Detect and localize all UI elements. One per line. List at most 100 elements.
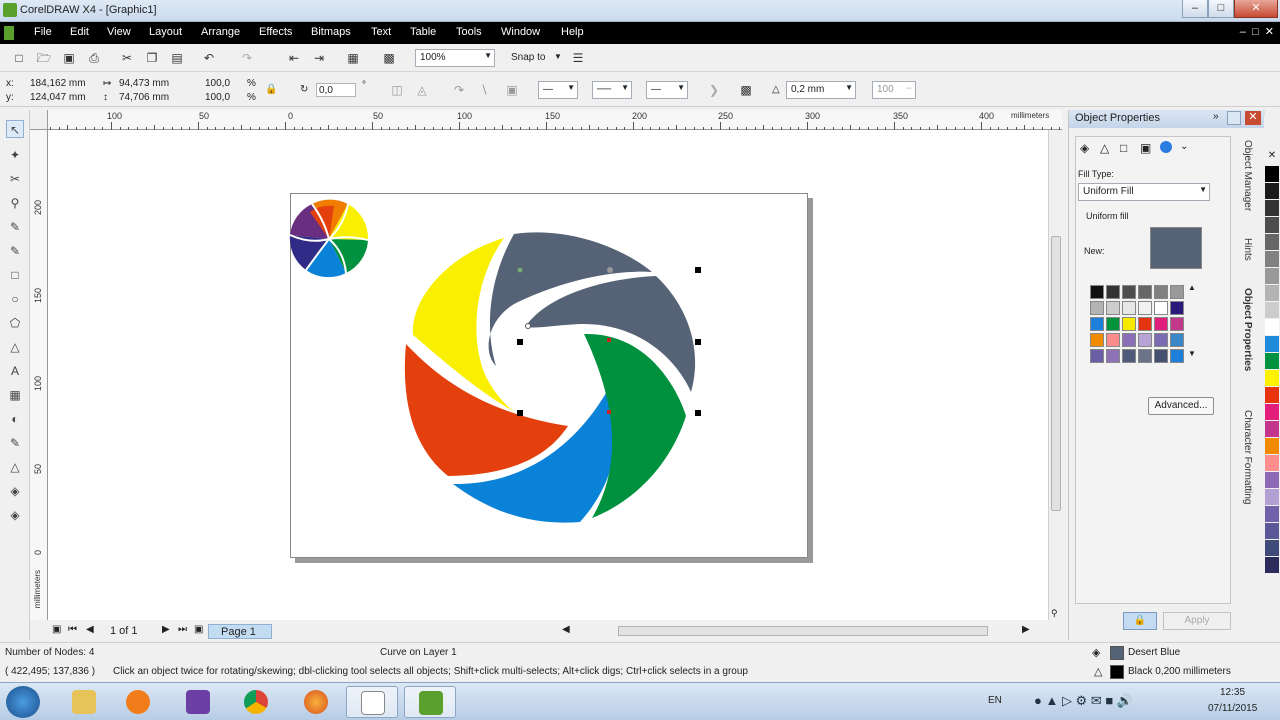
color-swatch[interactable] <box>1170 317 1184 331</box>
fill-type-dropdown[interactable]: Uniform Fill ▼ <box>1078 183 1210 201</box>
height-field[interactable]: 74,706 mm <box>119 91 169 105</box>
color-swatch[interactable] <box>1154 285 1168 299</box>
no-color-icon[interactable]: ✕ <box>1265 150 1279 164</box>
palette-swatch[interactable] <box>1265 319 1279 335</box>
color-swatch[interactable] <box>1138 333 1152 347</box>
import-icon[interactable]: ⇤ <box>285 49 303 67</box>
color-swatch[interactable] <box>1090 301 1104 315</box>
x-position-field[interactable]: 184,162 mm <box>30 77 86 91</box>
color-swatch[interactable] <box>1122 349 1136 363</box>
collapse-docker-icon[interactable]: » <box>1213 111 1219 122</box>
pick-tool-icon[interactable]: ↖ <box>6 120 24 138</box>
taskbar-explorer[interactable] <box>58 686 110 718</box>
wrap-text-icon[interactable]: ▩ <box>737 81 755 99</box>
detail-tab-icon[interactable]: ▣ <box>1140 141 1151 155</box>
lock-icon[interactable]: 🔒 <box>1123 612 1157 630</box>
swatch-scroll-down-icon[interactable]: ▼ <box>1188 349 1196 358</box>
document-window-controls[interactable]: – □ ✕ <box>1240 25 1274 38</box>
docker-close-button[interactable]: ✕ <box>1245 111 1261 125</box>
scrollbar-thumb[interactable] <box>1051 236 1061 511</box>
color-swatch[interactable] <box>1106 317 1120 331</box>
tab-object-manager[interactable]: Object Manager <box>1242 140 1253 211</box>
selection-handle[interactable] <box>607 338 611 342</box>
palette-swatch[interactable] <box>1265 234 1279 250</box>
palette-swatch[interactable] <box>1265 285 1279 301</box>
zoom-to-fit-icon[interactable]: ⚲ <box>1051 608 1058 619</box>
last-page-icon[interactable]: ⏭ <box>178 624 187 635</box>
menu-tools[interactable]: Tools <box>456 26 482 38</box>
color-swatch[interactable] <box>1090 285 1104 299</box>
scroll-right-icon[interactable]: ▶ <box>1022 624 1030 635</box>
tray-icons[interactable]: ● ▲ ▷ ⚙ ✉ ■ 🔊 <box>1034 693 1133 709</box>
palette-swatch[interactable] <box>1265 523 1279 539</box>
line-icon[interactable]: ∖ <box>475 81 493 99</box>
selection-handle[interactable] <box>607 410 611 414</box>
application-launcher-icon[interactable]: ▦ <box>344 49 362 67</box>
tab-character-formatting[interactable]: Character Formatting <box>1242 410 1253 504</box>
fill-tab-icon[interactable]: ◈ <box>1080 141 1089 155</box>
ruler-origin[interactable] <box>30 110 48 130</box>
outline-color-swatch[interactable] <box>1110 665 1124 679</box>
palette-swatch[interactable] <box>1265 268 1279 284</box>
eyedropper-tool-icon[interactable]: ✎ <box>6 434 24 452</box>
rectangle-tool-icon[interactable]: □ <box>6 266 24 284</box>
color-swatch[interactable] <box>1154 349 1168 363</box>
outline-tab-icon[interactable]: △ <box>1100 141 1109 155</box>
selection-handle[interactable] <box>517 410 523 416</box>
palette-swatch[interactable] <box>1265 183 1279 199</box>
chevron-down-icon[interactable]: ▼ <box>554 52 562 61</box>
color-swatch[interactable] <box>1138 317 1152 331</box>
rotation-field[interactable]: 0,0 <box>316 83 356 97</box>
palette-swatch[interactable] <box>1265 200 1279 216</box>
menu-text[interactable]: Text <box>371 26 391 38</box>
menu-edit[interactable]: Edit <box>70 26 89 38</box>
palette-swatch[interactable] <box>1265 455 1279 471</box>
snap-to-dropdown[interactable]: Snap to <box>511 52 545 63</box>
aperture-graphic[interactable] <box>404 232 696 523</box>
color-swatch[interactable] <box>1106 285 1120 299</box>
selection-handle[interactable] <box>695 339 701 345</box>
color-swatch[interactable] <box>1154 333 1168 347</box>
color-swatch[interactable] <box>1170 301 1184 315</box>
color-swatch[interactable] <box>1170 349 1184 363</box>
scroll-left-icon[interactable]: ◀ <box>562 624 570 635</box>
lock-ratio-icon[interactable]: 🔒 <box>265 83 277 97</box>
table-tool-icon[interactable]: ▦ <box>6 386 24 404</box>
print-icon[interactable]: ⎙ <box>85 49 103 67</box>
previous-page-icon[interactable]: ◀ <box>86 624 94 635</box>
docker-minimize-button[interactable] <box>1227 111 1241 125</box>
fill-color-swatch[interactable] <box>1110 646 1124 660</box>
menu-view[interactable]: View <box>107 26 131 38</box>
interactive-blend-tool-icon[interactable]: ◐ <box>6 410 24 428</box>
palette-swatch[interactable] <box>1265 353 1279 369</box>
menu-help[interactable]: Help <box>561 26 584 38</box>
color-swatch[interactable] <box>1122 301 1136 315</box>
taskbar-media-player[interactable] <box>112 686 164 718</box>
menu-window[interactable]: Window <box>501 26 540 38</box>
color-swatch[interactable] <box>1170 285 1184 299</box>
shape-tool-icon[interactable]: ✦ <box>6 146 24 164</box>
color-swatch[interactable] <box>1122 333 1136 347</box>
undo-icon[interactable]: ↶ <box>200 49 218 67</box>
palette-swatch[interactable] <box>1265 336 1279 352</box>
tab-hints[interactable]: Hints <box>1242 238 1253 261</box>
menu-arrange[interactable]: Arrange <box>201 26 240 38</box>
general-tab-icon[interactable]: □ <box>1120 141 1127 155</box>
apply-button[interactable]: Apply <box>1163 612 1231 630</box>
palette-swatch[interactable] <box>1265 421 1279 437</box>
mirror-vertical-icon[interactable]: ◬ <box>413 81 431 99</box>
menu-bitmaps[interactable]: Bitmaps <box>311 26 351 38</box>
color-swatch-grid[interactable] <box>1090 285 1190 375</box>
next-page-icon[interactable]: ▶ <box>162 624 170 635</box>
palette-swatch[interactable] <box>1265 217 1279 233</box>
summary-tab-icon[interactable] <box>1160 141 1172 153</box>
swatch-scroll-up-icon[interactable]: ▲ <box>1188 283 1196 292</box>
palette-swatch[interactable] <box>1265 166 1279 182</box>
scale-x-field[interactable]: 100,0 <box>205 77 230 91</box>
outline-style-selector[interactable]: ── ▼ <box>592 81 632 99</box>
vertical-ruler[interactable]: 200 150 100 50 0 millimeters <box>30 130 48 620</box>
freehand-tool-icon[interactable]: ✎ <box>6 218 24 236</box>
width-field[interactable]: 94,473 mm <box>119 77 169 91</box>
color-swatch[interactable] <box>1138 301 1152 315</box>
zoom-levels-dropdown[interactable]: 100% ▼ <box>415 49 495 67</box>
